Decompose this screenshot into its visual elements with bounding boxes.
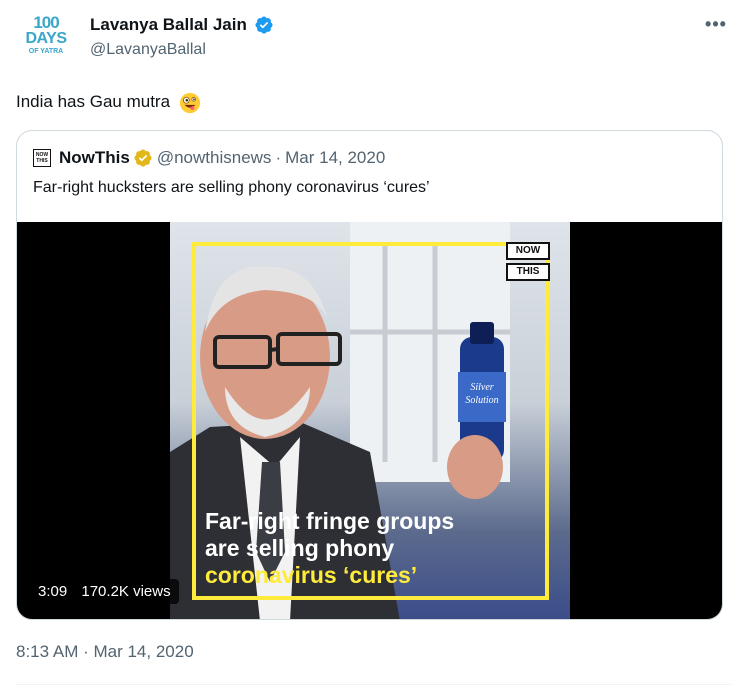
- video-frame[interactable]: Silver Solution NOW THIS Far-right fring…: [170, 222, 570, 619]
- video-caption: Far-right fringe groups are selling phon…: [205, 508, 545, 589]
- caption-line-1: Far-right fringe groups: [205, 508, 455, 534]
- tweet-text-content: India has Gau mutra: [16, 92, 171, 111]
- verified-organization-badge-icon[interactable]: [133, 148, 153, 168]
- nowthis-watermark-top: NOW: [506, 242, 550, 260]
- video-duration: 3:09: [38, 583, 68, 600]
- avatar[interactable]: 100 DAYS OF YATRA: [24, 14, 68, 64]
- more-options-icon[interactable]: •••: [701, 14, 731, 38]
- tweet-text: India has Gau mutra: [16, 90, 201, 114]
- avatar-text-100: 100: [33, 13, 59, 32]
- video-stats-badge: 3:09 170.2K views: [30, 579, 179, 604]
- nowthis-watermark-bottom: THIS: [506, 263, 550, 281]
- quoted-tweet-header: NOW THIS NowThis @nowthisnews · Mar 14, …: [33, 147, 385, 169]
- verified-badge-icon[interactable]: [254, 15, 274, 35]
- quoted-separator: ·: [275, 148, 282, 167]
- video-player[interactable]: Silver Solution NOW THIS Far-right fring…: [17, 222, 722, 619]
- quoted-display-name[interactable]: NowThis: [59, 148, 130, 168]
- tweet-timestamp[interactable]: 8:13 AM · Mar 14, 2020: [16, 642, 194, 662]
- divider: [16, 684, 731, 685]
- author-handle[interactable]: @LavanyaBallal: [90, 39, 274, 61]
- video-views: 170.2K views: [81, 583, 171, 600]
- author-names: Lavanya Ballal Jain @LavanyaBallal: [90, 14, 274, 61]
- avatar-text-yatra: OF YATRA: [28, 48, 64, 55]
- quoted-text: Far-right hucksters are selling phony co…: [33, 179, 430, 196]
- nowthis-watermark: NOW THIS: [506, 242, 550, 284]
- nowthis-avatar-bottom: THIS: [36, 158, 48, 164]
- quoted-tweet[interactable]: NOW THIS NowThis @nowthisnews · Mar 14, …: [16, 130, 723, 620]
- quoted-date[interactable]: Mar 14, 2020: [285, 148, 385, 168]
- caption-line-2: are selling phony: [205, 535, 395, 561]
- nowthis-avatar[interactable]: NOW THIS: [33, 149, 51, 167]
- caption-line-3: coronavirus ‘cures’: [205, 562, 418, 588]
- tweet-header: 100 DAYS OF YATRA Lavanya Ballal Jain @L…: [16, 12, 731, 68]
- quoted-handle[interactable]: @nowthisnews: [157, 148, 272, 168]
- zany-face-emoji-icon: [179, 92, 200, 113]
- avatar-text-days: DAYS: [25, 30, 67, 47]
- display-name[interactable]: Lavanya Ballal Jain: [90, 14, 247, 36]
